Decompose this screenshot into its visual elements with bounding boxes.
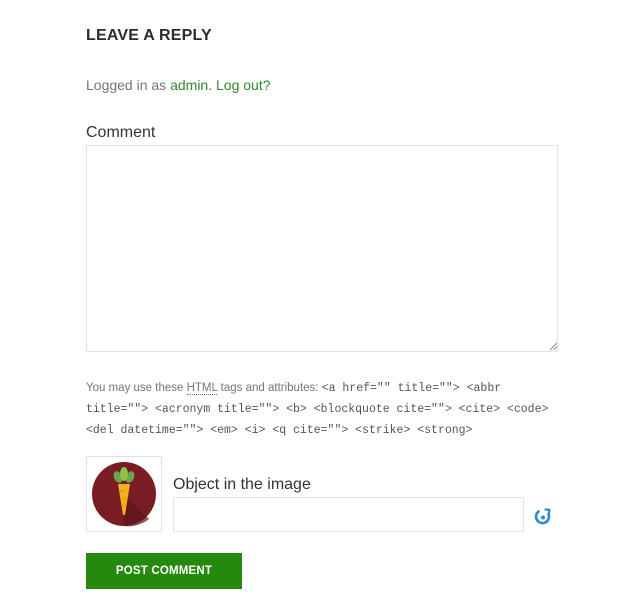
captcha-image bbox=[86, 456, 162, 532]
logout-link[interactable]: Log out? bbox=[216, 77, 271, 93]
comment-label: Comment bbox=[86, 124, 156, 141]
logged-in-line: Logged in as admin. Log out? bbox=[86, 77, 271, 93]
captcha-input[interactable] bbox=[173, 497, 524, 532]
captcha-label: Object in the image bbox=[173, 476, 311, 493]
carrot-icon bbox=[92, 462, 156, 527]
refresh-icon[interactable] bbox=[533, 506, 553, 526]
allowed-tags-middle: tags and attributes: bbox=[217, 382, 322, 394]
resize-grip-icon[interactable] bbox=[549, 342, 557, 350]
allowed-tags-prefix: You may use these bbox=[86, 382, 187, 394]
comment-textarea[interactable] bbox=[86, 145, 558, 352]
user-link[interactable]: admin. bbox=[170, 77, 212, 93]
logged-in-prefix: Logged in as bbox=[86, 77, 171, 93]
allowed-tags-note: You may use these HTML tags and attribut… bbox=[86, 378, 564, 441]
post-comment-button[interactable]: POST COMMENT bbox=[86, 553, 242, 589]
html-abbr: HTML bbox=[186, 382, 218, 395]
reply-title: LEAVE A REPLY bbox=[86, 27, 212, 44]
